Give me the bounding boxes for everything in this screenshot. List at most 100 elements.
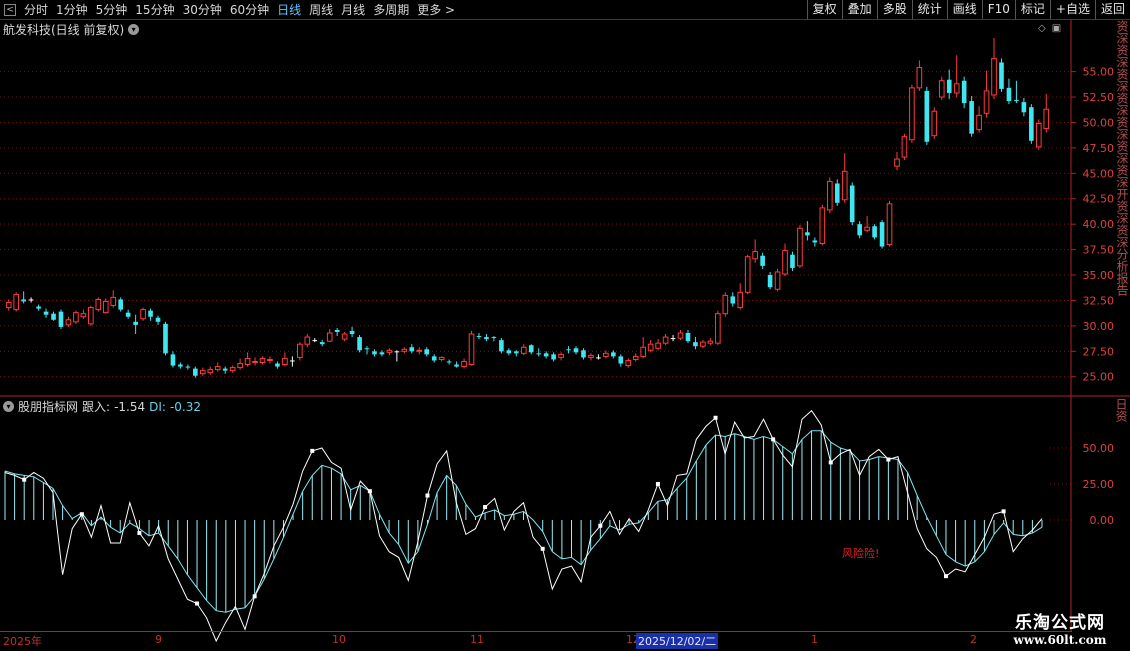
candle-body (43, 311, 49, 315)
candle-body (461, 360, 467, 368)
candle-body (222, 368, 228, 371)
candle-body (282, 357, 288, 366)
indicator-marker (655, 482, 660, 486)
candle-body (916, 67, 923, 89)
candle-body (685, 333, 691, 342)
candle-body (267, 358, 273, 361)
candle-body (431, 356, 437, 361)
diamond-icon[interactable]: ◇ (1038, 23, 1046, 34)
window-icon[interactable]: ▣ (1052, 23, 1061, 34)
month-label: 2 (970, 633, 977, 646)
candle-body (520, 346, 527, 354)
candle-body (148, 310, 153, 317)
candle-body (170, 354, 176, 366)
indicator-marker (367, 489, 372, 494)
chevron-down-icon[interactable]: ▾ (128, 24, 140, 35)
candle-body (155, 317, 161, 322)
follow-value: -1.54 (114, 399, 146, 414)
candle-body (58, 311, 64, 327)
candle-body (207, 369, 214, 374)
chart-canvas[interactable]: 25.00 27.50 30.00 32.50 35.00 37.50 40.00 42.50… (0, 0, 1130, 650)
candle-body (416, 349, 423, 352)
candle-body (438, 356, 445, 360)
candle-body (774, 271, 781, 290)
candle-body (424, 349, 430, 355)
candle-body (506, 350, 512, 354)
candle-body (401, 348, 408, 352)
candle-body (737, 291, 744, 309)
price-tick-label: 50.00 (1083, 116, 1115, 129)
candle-body (857, 224, 862, 236)
candle-body (543, 353, 549, 357)
candle-body (394, 351, 400, 353)
candle-body (826, 180, 833, 211)
panel-corner-icons: ◇ ▣ (1038, 23, 1061, 34)
candle-body (536, 353, 542, 355)
selected-date: 2025/12/02/二 (636, 633, 719, 649)
candle-body (476, 336, 482, 338)
indicator-tick-label: 0.00 (1090, 514, 1115, 527)
candle-body (312, 340, 318, 342)
indicator-marker (137, 530, 142, 535)
candle-body (185, 366, 191, 368)
candle-body (640, 346, 647, 357)
candle-body (491, 337, 497, 339)
candle-body (88, 307, 94, 325)
candle-body (566, 349, 571, 351)
indicator-tick-label: 25.00 (1083, 478, 1115, 491)
candle-body (125, 312, 131, 317)
indicator-name: 股朋指标网 (18, 400, 79, 414)
candle-body (886, 203, 893, 246)
candle-body (178, 364, 183, 367)
main-title: 航发科技(日线 前复权) ▾ (3, 21, 140, 38)
chevron-down-icon[interactable]: ▾ (3, 401, 14, 412)
candle-body (513, 351, 519, 354)
indicator-marker (79, 512, 84, 517)
candle-body (909, 87, 915, 141)
candle-body (790, 254, 795, 268)
candle-body (715, 313, 721, 344)
candle-body (722, 294, 729, 315)
price-tick-label: 30.00 (1083, 320, 1115, 333)
candle-body (364, 348, 370, 350)
candle-body (65, 319, 72, 326)
candle-body (133, 321, 138, 325)
candle-body (468, 333, 475, 366)
candle-body (588, 354, 594, 358)
indicator-line-follow (4, 409, 1043, 643)
candle-body (558, 353, 564, 358)
candle-body (991, 57, 997, 96)
candle-body (999, 62, 1004, 89)
candle-body (946, 79, 952, 93)
indicator-marker (540, 546, 545, 551)
candle-body (879, 222, 885, 247)
candle-body (872, 226, 877, 238)
candle-body (214, 366, 221, 371)
candle-body (95, 298, 102, 311)
candle-body (163, 323, 168, 354)
candle-body (581, 350, 586, 358)
di-label: DI: (149, 399, 166, 414)
price-tick-label: 52.50 (1083, 91, 1115, 104)
candle-body (73, 312, 79, 323)
follow-label: 跟入: (82, 400, 111, 414)
indicator-marker (310, 448, 315, 453)
candle-body (118, 299, 124, 310)
candle-body (1006, 87, 1012, 102)
candle-body (290, 360, 295, 362)
price-tick-label: 37.50 (1083, 244, 1115, 257)
candle-body (693, 342, 698, 347)
candle-body (707, 340, 714, 344)
candle-body (841, 170, 848, 201)
candle-body (953, 83, 960, 94)
candle-body (319, 342, 325, 345)
candle-body (372, 351, 377, 355)
candle-body (573, 348, 579, 353)
price-tick-label: 55.00 (1083, 66, 1115, 79)
price-axis-labels: 25.00 27.50 30.00 32.50 35.00 37.50 40.00 42.50… (1071, 66, 1114, 384)
month-label: 1 (811, 633, 818, 646)
candle-body (938, 80, 945, 98)
candle-body (677, 332, 684, 339)
indicator-marker (483, 505, 488, 510)
candle-body (102, 300, 109, 314)
